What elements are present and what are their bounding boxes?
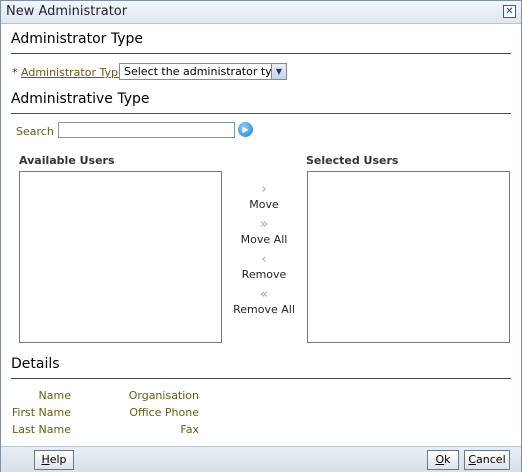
organisation-label: Organisation <box>128 389 199 402</box>
administrative-type-heading: Administrative Type <box>11 91 150 107</box>
help-button[interactable]: Help <box>34 450 74 470</box>
move-all-label: Move All <box>240 233 288 246</box>
chevron-left-icon: ‹ <box>261 252 267 267</box>
remove-all-button[interactable]: « Remove All <box>229 287 299 317</box>
search-label: Search <box>16 125 54 138</box>
double-chevron-right-icon: » <box>260 217 268 232</box>
section-divider <box>11 53 511 54</box>
ok-button[interactable]: Ok <box>427 450 459 470</box>
title-bar[interactable]: New Administrator ✕ <box>1 1 521 24</box>
office-phone-label: Office Phone <box>129 406 199 419</box>
dialog-title: New Administrator <box>6 4 128 19</box>
cancel-button[interactable]: Cancel <box>464 450 510 470</box>
administrator-type-select-value: Select the administrator type <box>124 65 286 78</box>
search-go-icon[interactable]: ▶ <box>238 122 253 137</box>
chevron-right-icon: › <box>261 182 267 197</box>
move-label: Move <box>249 198 279 211</box>
dialog-footer: Help Ok Cancel <box>1 446 521 472</box>
remove-all-label: Remove All <box>233 303 295 316</box>
chevron-down-icon[interactable]: ▼ <box>271 64 286 79</box>
required-mark: * <box>12 66 18 79</box>
close-icon[interactable]: ✕ <box>503 5 516 18</box>
available-users-list[interactable] <box>19 171 222 343</box>
section-divider <box>11 113 511 114</box>
details-heading: Details <box>11 356 60 372</box>
administrator-type-label: * Administrator Type <box>12 66 125 79</box>
first-name-label: First Name <box>11 406 71 419</box>
double-chevron-left-icon: « <box>260 287 268 302</box>
administrator-type-select[interactable]: Select the administrator type ▼ <box>119 63 287 80</box>
last-name-label: Last Name <box>12 423 71 436</box>
new-administrator-dialog: New Administrator ✕ Administrator Type *… <box>0 0 522 472</box>
move-all-button[interactable]: » Move All <box>229 217 299 247</box>
search-input[interactable] <box>58 122 235 138</box>
section-divider <box>11 378 511 379</box>
move-button[interactable]: › Move <box>229 182 299 212</box>
selected-users-list[interactable] <box>307 171 510 343</box>
name-label: Name <box>38 389 71 402</box>
fax-label: Fax <box>180 423 199 436</box>
selected-users-label: Selected Users <box>306 154 399 167</box>
remove-label: Remove <box>241 268 287 281</box>
available-users-label: Available Users <box>19 154 115 167</box>
administrator-type-heading: Administrator Type <box>11 31 144 47</box>
administrator-type-label-text: Administrator Type <box>21 66 125 79</box>
remove-button[interactable]: ‹ Remove <box>229 252 299 282</box>
